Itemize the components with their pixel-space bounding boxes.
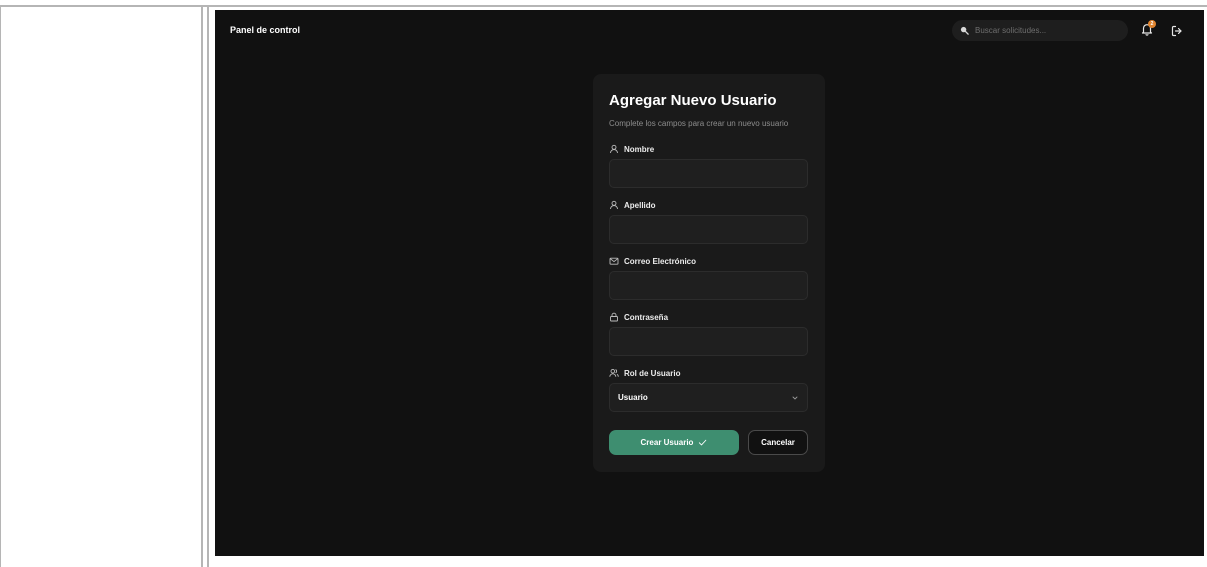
page-title: Panel de control <box>230 25 301 35</box>
role-select[interactable]: Usuario <box>609 383 808 412</box>
password-input[interactable] <box>609 327 808 356</box>
cancel-button[interactable]: Cancelar <box>748 430 808 455</box>
search-icon <box>960 26 969 35</box>
role-select-value: Usuario <box>618 393 648 402</box>
role-label-text: Rol de Usuario <box>624 368 681 378</box>
password-label: Contraseña <box>609 312 668 322</box>
last-name-input[interactable] <box>609 215 808 244</box>
check-icon <box>699 439 707 446</box>
first-name-input[interactable] <box>609 159 808 188</box>
role-label: Rol de Usuario <box>609 368 680 378</box>
pane-divider-right[interactable] <box>207 5 209 567</box>
window-left-border <box>0 5 1 567</box>
top-bar: Panel de control 2 <box>215 10 1204 55</box>
email-label-text: Correo Electrónico <box>624 256 697 266</box>
window-top-border <box>0 5 1207 7</box>
search-box[interactable] <box>952 20 1128 41</box>
search-input[interactable] <box>975 26 1115 35</box>
form-subtitle: Complete los campos para crear un nuevo … <box>609 119 789 128</box>
last-name-label-text: Apellido <box>624 200 656 210</box>
first-name-label-text: Nombre <box>624 144 655 154</box>
create-user-button[interactable]: Crear Usuario <box>609 430 739 455</box>
logout-icon <box>1171 25 1182 37</box>
password-label-text: Contraseña <box>624 312 669 322</box>
logout-button[interactable] <box>1171 24 1185 38</box>
mail-icon <box>609 257 619 265</box>
user-icon <box>610 200 618 210</box>
last-name-label: Apellido <box>609 200 656 210</box>
dashboard-app: Panel de control 2 Agregar Nuevo Usuar <box>215 10 1204 556</box>
first-name-label: Nombre <box>609 144 654 154</box>
lock-icon <box>610 312 618 322</box>
chevron-down-icon <box>792 396 798 400</box>
pane-divider-left[interactable] <box>201 5 203 567</box>
user-icon <box>610 144 618 154</box>
email-input[interactable] <box>609 271 808 300</box>
create-user-button-label: Crear Usuario <box>640 438 694 447</box>
notifications-button[interactable]: 2 <box>1140 20 1156 38</box>
notification-badge: 2 <box>1148 20 1156 28</box>
email-label: Correo Electrónico <box>609 256 696 266</box>
users-icon <box>609 368 619 377</box>
form-title: Agregar Nuevo Usuario <box>609 92 777 109</box>
add-user-form-card: Agregar Nuevo Usuario Complete los campo… <box>593 74 825 472</box>
